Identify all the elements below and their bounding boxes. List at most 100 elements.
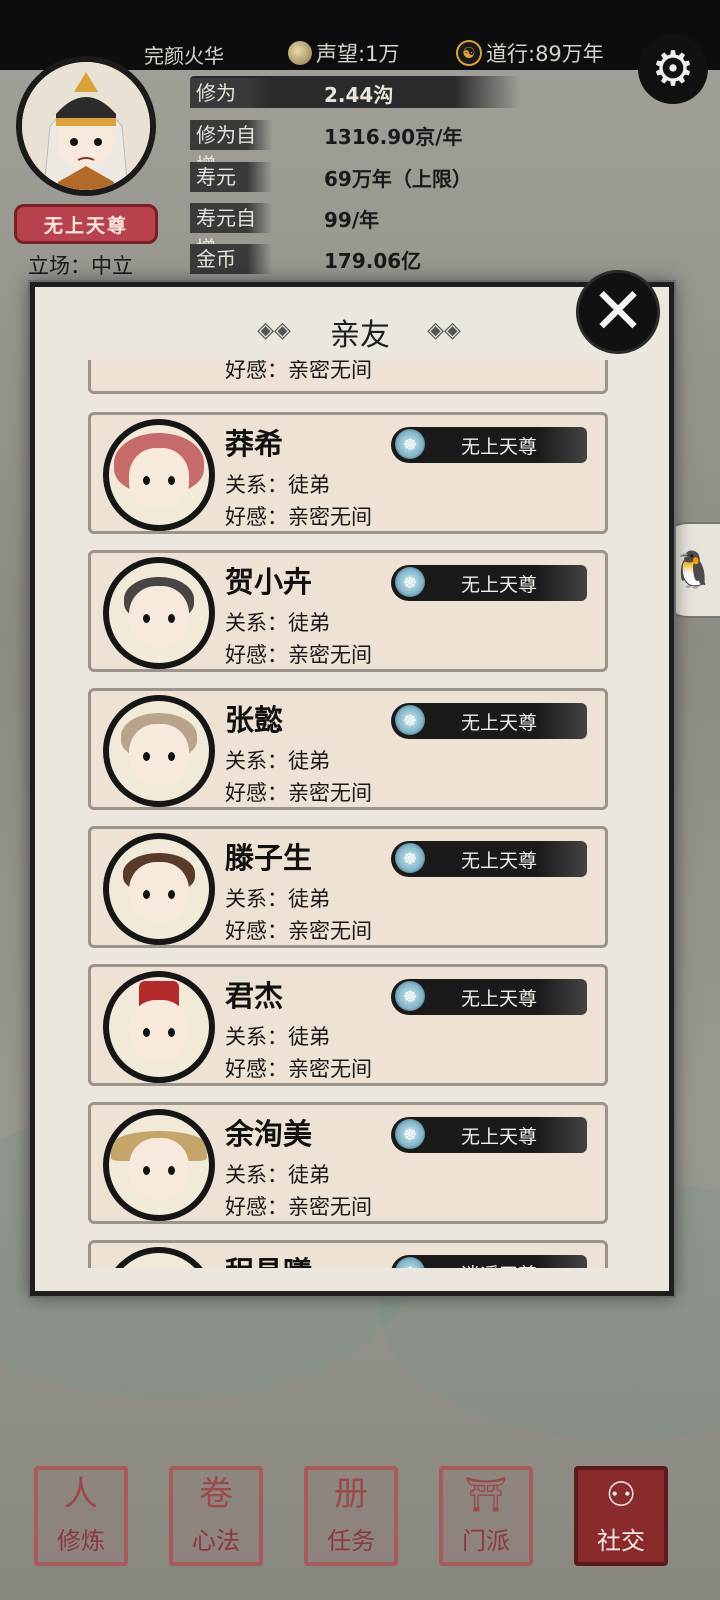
meditation-icon: ☸ [395,429,425,459]
friend-rank: 无上天尊 [461,987,538,1010]
friend-favor: 好感：亲密无间 [225,505,372,529]
friend-rank: 无上天尊 [461,435,538,458]
friend-favor: 好感：亲密无间 [225,781,372,805]
friend-card[interactable]: 滕子生 关系：徒弟 好感：亲密无间 ☸ 无上天尊 [88,826,608,948]
friend-card[interactable]: 张懿 关系：徒弟 好感：亲密无间 ☸ 无上天尊 [88,688,608,810]
friend-avatar [103,971,215,1083]
gear-icon[interactable]: ⚙ [638,34,708,104]
friend-card[interactable]: 贺小卉 关系：徒弟 好感：亲密无间 ☸ 无上天尊 [88,550,608,672]
friend-rank: 无上天尊 [461,573,538,596]
sect-icon: ⛩ [464,1475,508,1515]
daoxing-label: 道行:89万年 [486,42,604,66]
stat-label: 金币 [190,244,272,274]
friend-rank-tag: ☸ 无上天尊 [391,841,587,877]
stat-value: 179.06亿 [324,248,422,273]
friend-rank-tag: ☸ 无上天尊 [391,565,587,601]
close-icon[interactable]: ✕ [576,270,660,354]
friend-favor: 好感：亲密无间 [225,1057,372,1081]
stat-label: 寿元 [190,162,272,192]
friend-avatar [103,1247,215,1268]
friend-avatar [103,1109,215,1221]
title-ornament-right-icon: ◈◈ [427,318,461,343]
friend-favor: 好感：亲密无间 [225,919,372,943]
stat-label: 寿元自增 [190,203,272,260]
nav-label: 心法 [192,1527,240,1555]
friend-card[interactable]: 余洵美 关系：徒弟 好感：亲密无间 ☸ 无上天尊 [88,1102,608,1224]
friend-avatar [103,833,215,945]
friend-name: 贺小卉 [225,565,313,599]
friend-favor: 好感：亲密无间 [225,1195,372,1219]
nav-method[interactable]: 卷 心法 [169,1466,263,1566]
meditation-icon: ☸ [395,1119,425,1149]
meditation-icon: ☸ [395,843,425,873]
bottom-navigation: 人 修炼 卷 心法 册 任务 ⛩ 门派 ⚇ 社交 [0,1462,720,1600]
stat-label: 修为自增 [190,120,272,177]
stat-value: 69万年（上限） [324,166,472,191]
friend-name: 滕子生 [225,841,313,875]
stat-row-cultivation: 修为 2.44沟 [190,76,393,110]
stat-row-lifespan: 寿元 69万年（上限） [190,160,472,194]
player-stance: 立场：中立 [28,254,133,278]
daoxing-stat: ☯ 道行:89万年 [456,38,604,68]
friend-rank: 无上天尊 [461,711,538,734]
scroll-icon: 卷 [199,1474,233,1514]
nav-label: 修炼 [57,1527,105,1555]
friend-rank: 无上天尊 [461,1125,538,1148]
friend-card[interactable]: 君杰 关系：徒弟 好感：亲密无间 ☸ 无上天尊 [88,964,608,1086]
player-rank-badge: 无上天尊 [14,204,158,244]
friend-avatar [103,419,215,531]
friend-rank-tag: ☸ 无上天尊 [391,703,587,739]
friend-relation: 关系：徒弟 [225,1025,330,1049]
friend-relation: 关系：徒弟 [225,473,330,497]
friend-relation: 关系：徒弟 [225,749,330,773]
stat-label: 修为 [190,78,272,108]
friend-name: 程昌曦 [225,1249,312,1268]
friend-relation: 关系：徒弟 [225,611,330,635]
friend-rank: 逍遥天尊 [461,1260,537,1269]
friend-relation: 关系：徒弟 [225,887,330,911]
friend-rank-tag: ☸ 无上天尊 [391,979,587,1015]
player-name: 完颜火华 [144,44,224,68]
reputation-stat: 声望:1万 [288,38,399,68]
friend-avatar [103,557,215,669]
player-avatar[interactable] [16,56,156,196]
stat-row-gold: 金币 179.06亿 [190,242,421,276]
friend-name: 余洵美 [225,1117,313,1151]
friend-rank-tag: ☸ 无上天尊 [391,1117,587,1153]
social-icon: ⚇ [605,1475,637,1515]
nav-social[interactable]: ⚇ 社交 [574,1466,668,1566]
stat-value: 2.44沟 [324,82,394,107]
reputation-label: 声望:1万 [316,42,400,66]
player-portrait-icon [22,62,150,190]
yin-yang-icon: ☯ [456,40,482,66]
nav-label: 门派 [462,1527,510,1555]
friend-rank: 无上天尊 [461,849,538,872]
friend-favor: 好感：亲密无间 [225,643,372,667]
stat-row-lifespan-rate: 寿元自增 99/年 [190,201,379,260]
stat-row-cultivation-rate: 修为自增 1316.90京/年 [190,118,462,177]
nav-task[interactable]: 册 任务 [304,1466,398,1566]
friend-name: 君杰 [225,979,284,1013]
meditation-icon: ☸ [395,1257,425,1268]
friends-list[interactable]: 莽希 关系：徒弟 好感：亲密无间 ☸ 无上天尊 贺小卉 关系：徒弟 好感：亲密无… [36,380,672,1268]
task-icon: 册 [334,1474,368,1514]
friend-card[interactable]: 程昌曦 ☸ 逍遥天尊 [88,1240,608,1268]
meditation-icon: ☸ [395,567,425,597]
nav-label: 任务 [327,1527,375,1555]
friend-name: 张懿 [225,703,284,737]
meditation-icon: ☸ [395,705,425,735]
penguin-icon: 🐧 [670,550,716,591]
friend-rank-tag: ☸ 逍遥天尊 [391,1255,587,1268]
friend-avatar [103,695,215,807]
friend-card[interactable]: 莽希 关系：徒弟 好感：亲密无间 ☸ 无上天尊 [88,412,608,534]
nav-label: 社交 [597,1527,645,1555]
cultivate-icon: 人 [64,1474,98,1514]
stat-value: 99/年 [324,207,380,232]
nav-cultivate[interactable]: 人 修炼 [34,1466,128,1566]
nav-sect[interactable]: ⛩ 门派 [439,1466,533,1566]
friend-relation: 关系：徒弟 [225,1163,330,1187]
meditation-icon: ☸ [395,981,425,1011]
stat-value: 1316.90京/年 [324,124,463,149]
friend-rank-tag: ☸ 无上天尊 [391,427,587,463]
reputation-coin-icon [288,41,312,65]
